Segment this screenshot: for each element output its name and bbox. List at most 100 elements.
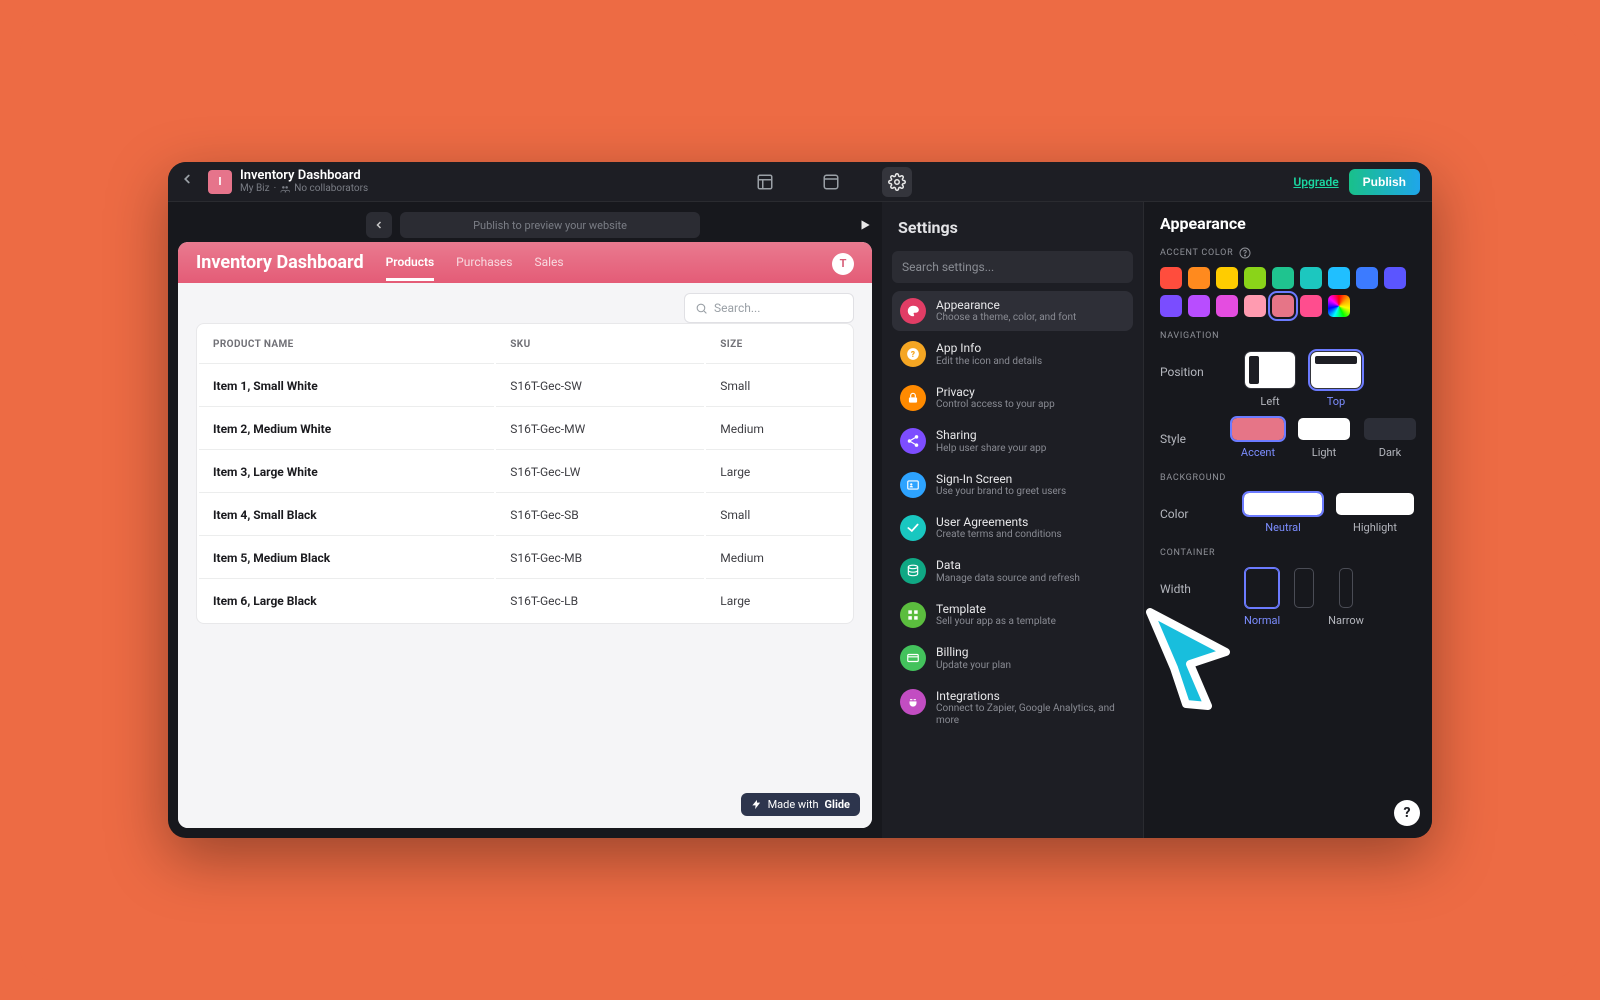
table-row[interactable]: Item 1, Small WhiteS16T-Gec-SWSmall (199, 366, 851, 407)
table-row[interactable]: Item 3, Large WhiteS16T-Gec-LWLarge (199, 452, 851, 493)
team-name: My Biz (240, 183, 270, 194)
accent-swatch[interactable] (1188, 267, 1210, 289)
style-label: Style (1160, 418, 1208, 446)
check-icon (900, 515, 926, 541)
accent-swatch[interactable] (1160, 295, 1182, 317)
preview-hint: Publish to preview your website (400, 212, 700, 238)
accent-swatch[interactable] (1272, 267, 1294, 289)
appearance-panel-title: Appearance (1160, 214, 1416, 233)
settings-item-integrations[interactable]: IntegrationsConnect to Zapier, Google An… (892, 682, 1133, 734)
collab-text: No collaborators (294, 183, 368, 194)
position-option-left[interactable]: Left (1244, 351, 1296, 408)
accent-label: ACCENT COLOR (1160, 247, 1416, 259)
settings-panel: Settings Search settings... AppearanceCh… (882, 202, 1144, 838)
accent-swatch[interactable] (1356, 267, 1378, 289)
accent-swatch[interactable] (1300, 267, 1322, 289)
settings-item-billing[interactable]: BillingUpdate your plan (892, 638, 1133, 678)
accent-swatch[interactable] (1188, 295, 1210, 317)
background-option-neutral[interactable]: Neutral (1244, 493, 1322, 534)
style-option-accent[interactable]: Accent (1232, 418, 1284, 459)
accent-swatch[interactable] (1160, 267, 1182, 289)
app-title: Inventory Dashboard (240, 169, 368, 183)
share-icon (900, 428, 926, 454)
accent-swatch[interactable] (1244, 267, 1266, 289)
play-icon[interactable] (858, 218, 872, 232)
app-window: I Inventory Dashboard My Biz · No collab… (168, 162, 1432, 838)
avatar-badge[interactable]: T (832, 253, 854, 275)
table-row[interactable]: Item 4, Small BlackS16T-Gec-SBSmall (199, 495, 851, 536)
products-table: PRODUCT NAMESKUSIZE Item 1, Small WhiteS… (196, 323, 854, 624)
layout-data-icon[interactable] (750, 167, 780, 197)
topbar: I Inventory Dashboard My Biz · No collab… (168, 162, 1432, 202)
help-icon[interactable] (1239, 247, 1251, 259)
settings-item-appearance[interactable]: AppearanceChoose a theme, color, and fon… (892, 291, 1133, 331)
settings-item-sharing[interactable]: SharingHelp user share your app (892, 421, 1133, 461)
navigation-label: NAVIGATION (1160, 331, 1416, 341)
preview-panel: Publish to preview your website Inventor… (168, 202, 882, 838)
column-header: SKU (496, 326, 704, 364)
container-label: CONTAINER (1160, 548, 1416, 558)
upgrade-link[interactable]: Upgrade (1293, 175, 1338, 189)
accent-swatch[interactable] (1384, 267, 1406, 289)
width-label: Width (1160, 568, 1220, 596)
tab-products[interactable]: Products (386, 255, 435, 281)
tab-sales[interactable]: Sales (534, 255, 563, 281)
accent-swatch[interactable] (1244, 295, 1266, 317)
accent-swatch[interactable] (1216, 267, 1238, 289)
layout-settings-icon[interactable] (882, 167, 912, 197)
made-with-badge[interactable]: Made with Glide (741, 793, 860, 816)
preview-header: Inventory Dashboard Products Purchases Sal… (178, 242, 872, 283)
publish-button[interactable]: Publish (1349, 169, 1420, 195)
appearance-panel: Appearance ACCENT COLOR NAVIGATION Posit… (1144, 202, 1432, 838)
id-icon (900, 472, 926, 498)
bolt-icon (751, 799, 762, 810)
table-row[interactable]: Item 2, Medium WhiteS16T-Gec-MWMedium (199, 409, 851, 450)
settings-item-signin[interactable]: Sign-In ScreenUse your brand to greet us… (892, 465, 1133, 505)
position-option-top[interactable]: Top (1310, 351, 1362, 408)
table-row[interactable]: Item 5, Medium BlackS16T-Gec-MBMedium (199, 538, 851, 579)
plug-icon (900, 689, 926, 715)
search-placeholder: Search... (714, 301, 760, 315)
tab-purchases[interactable]: Purchases (456, 255, 512, 281)
db-icon (900, 558, 926, 584)
back-button[interactable] (180, 172, 200, 192)
preview-frame: Inventory Dashboard Products Purchases Sal… (178, 242, 872, 828)
table-row[interactable]: Item 6, Large BlackS16T-Gec-LBLarge (199, 581, 851, 621)
width-option-medium[interactable] (1294, 568, 1314, 627)
preview-title: Inventory Dashboard (196, 252, 364, 283)
preview-back-button[interactable] (366, 212, 392, 238)
settings-item-data[interactable]: DataManage data source and refresh (892, 551, 1133, 591)
style-option-light[interactable]: Light (1298, 418, 1350, 459)
card-icon (900, 645, 926, 671)
layout-page-icon[interactable] (816, 167, 846, 197)
column-header: PRODUCT NAME (199, 326, 494, 364)
accent-swatch[interactable] (1328, 295, 1350, 317)
settings-item-appinfo[interactable]: ? App InfoEdit the icon and details (892, 334, 1133, 374)
accent-swatch[interactable] (1328, 267, 1350, 289)
app-title-block: Inventory Dashboard My Biz · No collabor… (240, 169, 368, 194)
width-option-narrow[interactable]: Narrow (1328, 568, 1364, 627)
style-option-dark[interactable]: Dark (1364, 418, 1416, 459)
background-option-highlight[interactable]: Highlight (1336, 493, 1414, 534)
accent-swatch[interactable] (1300, 295, 1322, 317)
settings-title: Settings (892, 214, 1133, 243)
accent-swatch[interactable] (1272, 295, 1294, 317)
accent-swatch[interactable] (1216, 295, 1238, 317)
app-subtitle: My Biz · No collaborators (240, 183, 368, 194)
help-fab[interactable]: ? (1394, 800, 1420, 826)
grid-icon (900, 602, 926, 628)
palette-icon (900, 298, 926, 324)
settings-item-privacy[interactable]: PrivacyControl access to your app (892, 378, 1133, 418)
background-label: BACKGROUND (1160, 473, 1416, 483)
search-icon (695, 302, 708, 315)
width-option-normal[interactable]: Normal (1244, 568, 1280, 627)
settings-item-agreements[interactable]: User AgreementsCreate terms and conditio… (892, 508, 1133, 548)
app-icon-thumb[interactable]: I (208, 170, 232, 194)
svg-text:?: ? (911, 349, 915, 359)
settings-item-template[interactable]: TemplateSell your app as a template (892, 595, 1133, 635)
settings-search-input[interactable]: Search settings... (892, 251, 1133, 283)
preview-search-input[interactable]: Search... (684, 293, 854, 323)
lock-icon (900, 385, 926, 411)
people-icon (280, 184, 290, 194)
position-label: Position (1160, 351, 1220, 379)
